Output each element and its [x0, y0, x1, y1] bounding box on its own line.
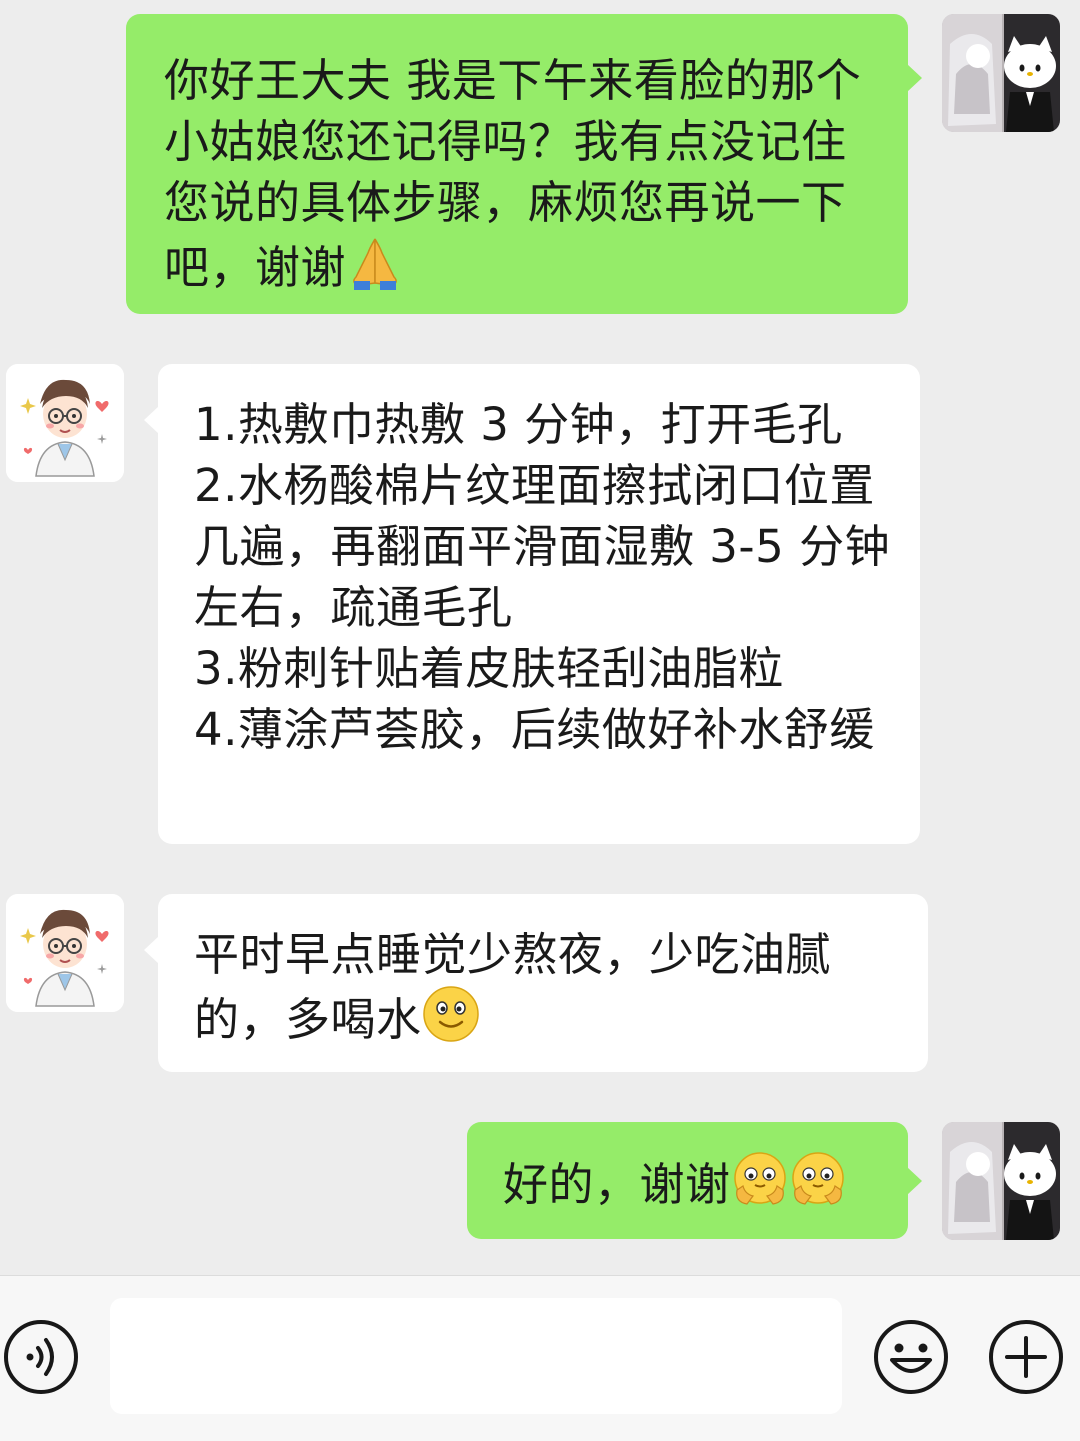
message-text: 平时早点睡觉少熬夜，少吃油腻的，多喝水	[194, 928, 832, 1046]
message-input[interactable]	[110, 1298, 842, 1414]
my-avatar[interactable]	[942, 1122, 1060, 1240]
message-bubble-incoming[interactable]: 1.热敷巾热敷 3 分钟，打开毛孔 2.水杨酸棉片纹理面擦拭闭口位置几遍，再翻面…	[144, 364, 920, 844]
message-bubble-incoming[interactable]: 平时早点睡觉少熬夜，少吃油腻的，多喝水	[144, 894, 928, 1072]
my-avatar[interactable]	[942, 14, 1060, 132]
heart-hands-emoji-icon	[731, 1150, 789, 1208]
input-bar	[0, 1275, 1080, 1441]
plus-icon	[989, 1320, 1063, 1394]
smile-emoji-icon	[422, 985, 480, 1043]
doctor-avatar[interactable]	[6, 894, 124, 1012]
message-text: 好的，谢谢	[503, 1158, 731, 1211]
message-bubble-outgoing[interactable]: 你好王大夫 我是下午来看脸的那个小姑娘您还记得吗？我有点没记住您说的具体步骤，麻…	[126, 14, 922, 314]
folded-hands-emoji-icon	[346, 233, 404, 291]
chat-area: 你好王大夫 我是下午来看脸的那个小姑娘您还记得吗？我有点没记住您说的具体步骤，麻…	[0, 0, 1080, 1275]
message-bubble-outgoing[interactable]: 好的，谢谢	[467, 1122, 922, 1239]
emoji-icon	[874, 1320, 948, 1394]
voice-icon	[4, 1320, 78, 1394]
doctor-avatar[interactable]	[6, 364, 124, 482]
emoji-button[interactable]	[872, 1318, 950, 1396]
voice-button[interactable]	[2, 1318, 80, 1396]
message-text: 你好王大夫 我是下午来看脸的那个小姑娘您还记得吗？我有点没记住您说的具体步骤，麻…	[164, 54, 862, 294]
message-text: 1.热敷巾热敷 3 分钟，打开毛孔 2.水杨酸棉片纹理面擦拭闭口位置几遍，再翻面…	[194, 398, 891, 756]
heart-hands-emoji-icon	[789, 1150, 847, 1208]
more-button[interactable]	[987, 1318, 1065, 1396]
